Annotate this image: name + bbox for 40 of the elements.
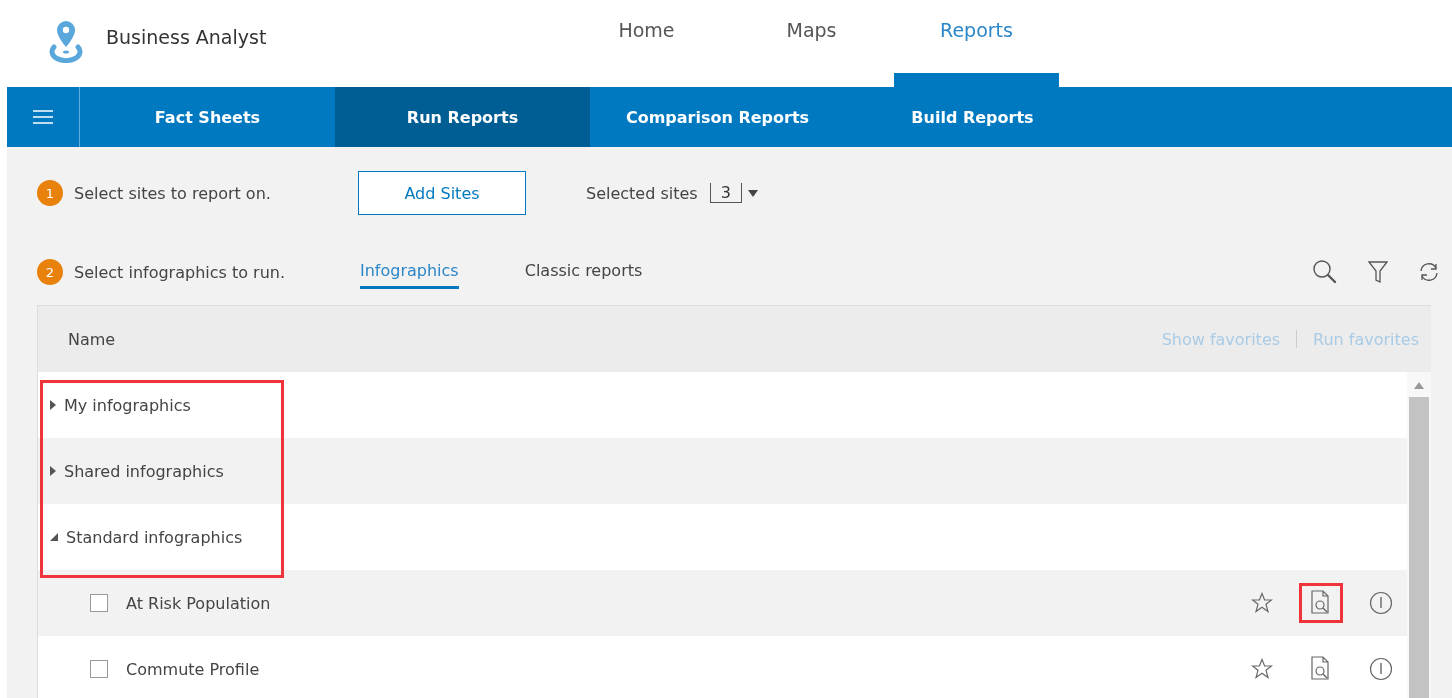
- group-toggle[interactable]: Shared infographics: [50, 461, 224, 481]
- filter-icon[interactable]: [1368, 260, 1388, 284]
- selected-sites-label: Selected sites: [586, 183, 698, 203]
- group-toggle[interactable]: Standard infographics: [50, 527, 243, 547]
- collapsed-triangle-icon: [50, 400, 56, 410]
- app-title: Business Analyst: [106, 25, 267, 48]
- checkbox[interactable]: [90, 594, 108, 612]
- scrollbar[interactable]: [1407, 372, 1431, 698]
- infographic-name: Commute Profile: [126, 659, 260, 679]
- site-count[interactable]: 3: [709, 183, 742, 203]
- refresh-icon[interactable]: [1418, 261, 1440, 283]
- star-icon[interactable]: [1251, 592, 1273, 614]
- report-tab[interactable]: Build Reports: [845, 87, 1100, 147]
- scroll-up-arrow-icon[interactable]: [1414, 382, 1424, 389]
- report-type-tab[interactable]: Classic reports: [524, 255, 643, 289]
- step-badge: 2: [37, 259, 63, 285]
- nav-tab[interactable]: Maps: [729, 0, 894, 87]
- collapsed-triangle-icon: [50, 466, 56, 476]
- add-sites-button[interactable]: Add Sites: [358, 171, 526, 215]
- document-search-icon[interactable]: [1311, 656, 1331, 682]
- report-tab[interactable]: Run Reports: [335, 87, 590, 147]
- group-toggle[interactable]: My infographics: [50, 395, 191, 415]
- search-icon[interactable]: [1312, 259, 1338, 285]
- step-text: Select infographics to run.: [74, 262, 287, 282]
- nav-tab[interactable]: Home: [564, 0, 729, 87]
- report-type-tab[interactable]: Infographics: [360, 255, 459, 289]
- checkbox[interactable]: [90, 660, 108, 678]
- step-badge: 1: [37, 180, 63, 206]
- menu-icon: [33, 110, 53, 124]
- star-icon[interactable]: [1251, 658, 1273, 680]
- infographic-name: At Risk Population: [126, 593, 271, 613]
- info-icon[interactable]: [1369, 657, 1393, 681]
- info-icon[interactable]: [1369, 591, 1393, 615]
- caret-icon[interactable]: [747, 189, 758, 197]
- step-text: Select sites to report on.: [74, 183, 272, 203]
- column-header: Name: [68, 329, 116, 349]
- report-tab[interactable]: Fact Sheets: [80, 87, 335, 147]
- report-tab[interactable]: Comparison Reports: [590, 87, 845, 147]
- expanded-triangle-icon: [50, 533, 58, 541]
- document-search-icon[interactable]: [1311, 590, 1331, 616]
